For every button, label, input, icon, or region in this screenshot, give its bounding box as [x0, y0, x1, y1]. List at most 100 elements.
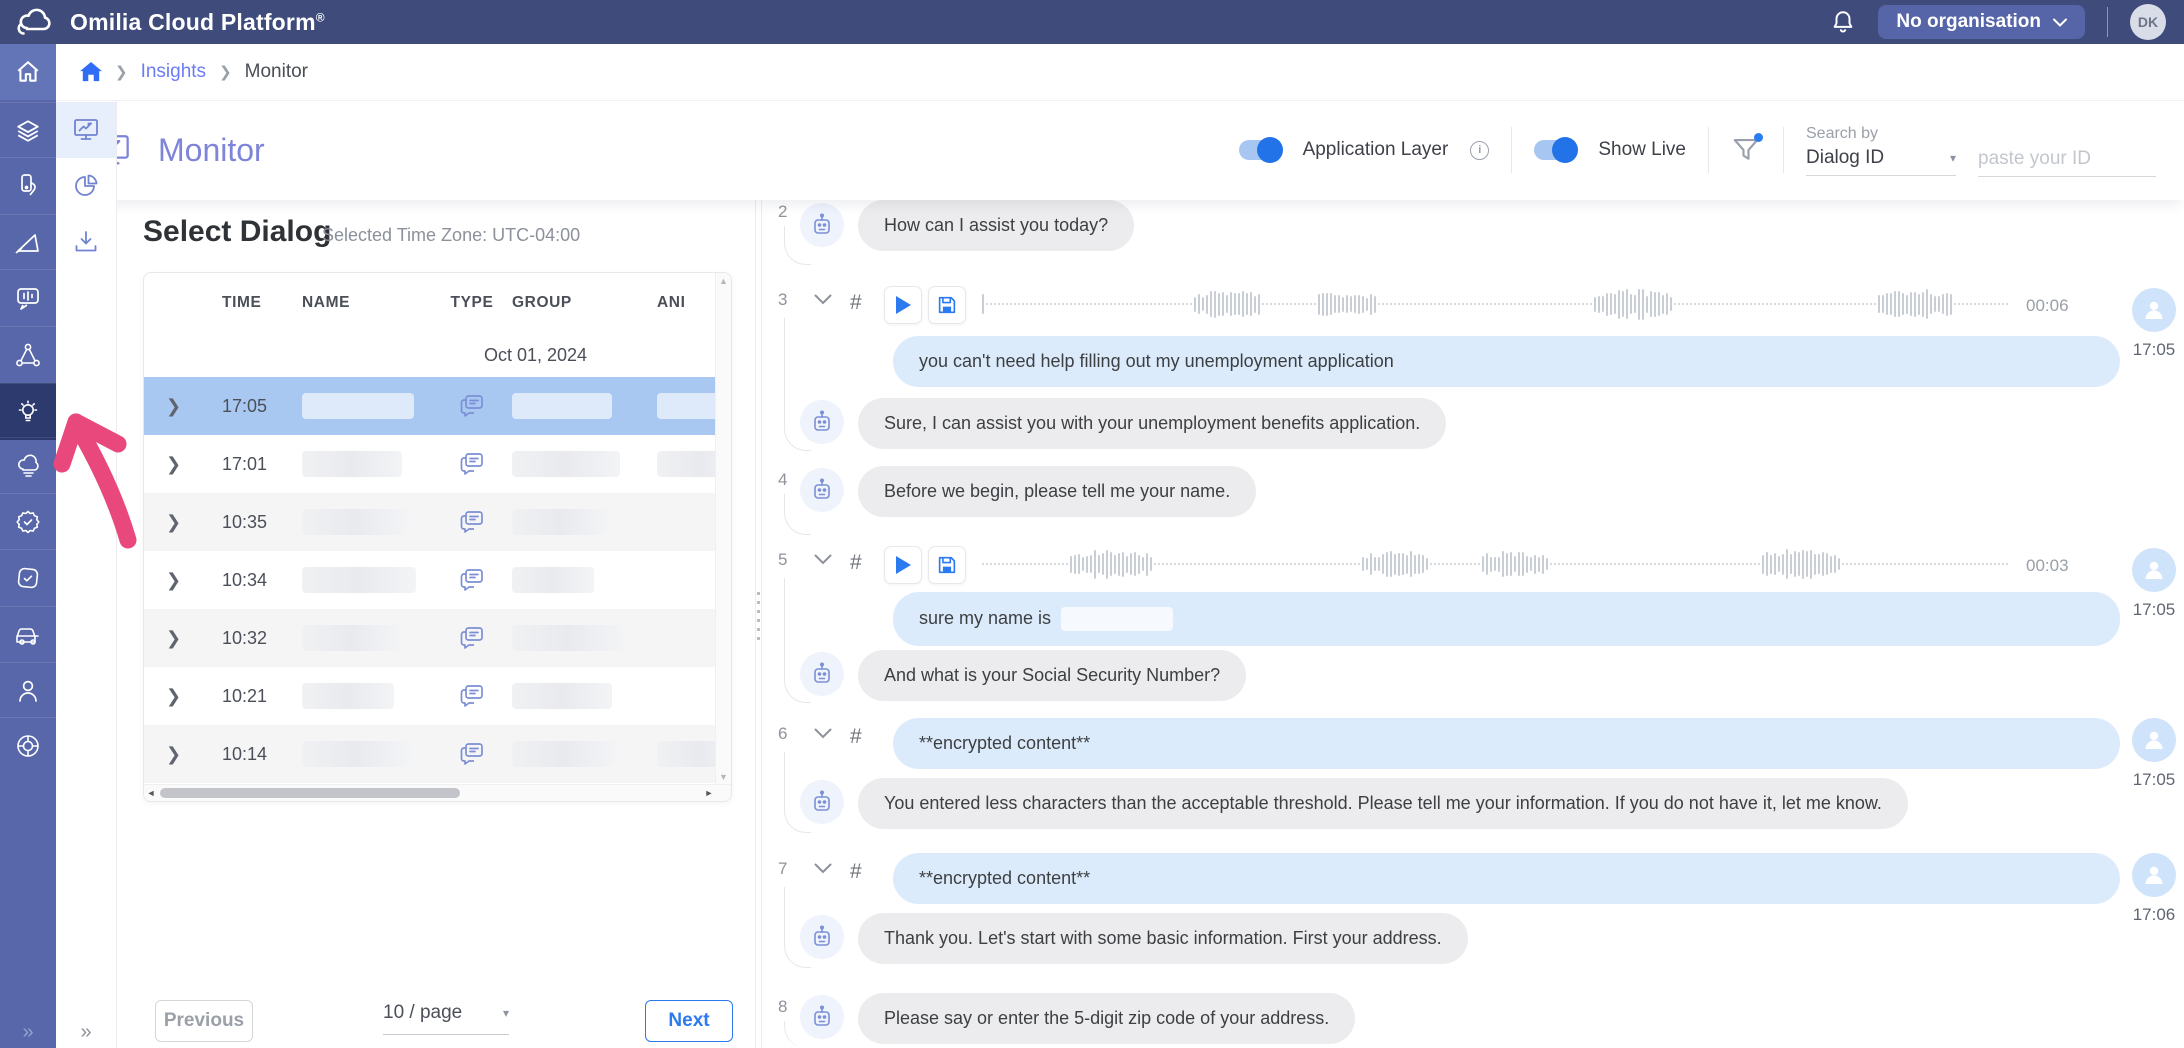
application-layer-toggle[interactable]: [1239, 140, 1281, 160]
dialog-id-hash-icon[interactable]: #: [850, 551, 862, 575]
chat-bubbles-icon: [459, 625, 485, 651]
expand-row-icon[interactable]: ❯: [166, 454, 181, 474]
vertical-scrollbar[interactable]: ▲ ▼: [715, 273, 731, 785]
next-button[interactable]: Next: [645, 1000, 733, 1042]
turn-number: 2: [778, 202, 787, 222]
save-audio-button[interactable]: [928, 286, 966, 324]
user-icon: [16, 678, 40, 704]
scroll-down-icon[interactable]: ▼: [716, 769, 731, 785]
collapse-turn-icon[interactable]: [814, 863, 832, 874]
previous-button[interactable]: Previous: [155, 1000, 253, 1042]
sidebar-item-quality[interactable]: [0, 549, 56, 606]
collapse-turn-icon[interactable]: [814, 554, 832, 565]
user-avatar: [2132, 718, 2176, 762]
scroll-left-icon[interactable]: ◄: [144, 785, 158, 801]
table-row[interactable]: ❯ 17:01: [144, 435, 731, 493]
secondary-sidebar-expand-button[interactable]: »: [56, 1021, 116, 1044]
redacted-group: [512, 683, 612, 709]
download-icon: [73, 229, 99, 255]
sidebar-item-device[interactable]: [0, 157, 56, 214]
sidebar-item-layers[interactable]: [0, 102, 56, 159]
breadcrumb-home-icon[interactable]: [80, 62, 102, 82]
col-name[interactable]: NAME: [294, 294, 442, 312]
turn-number: 4: [778, 470, 787, 490]
redacted-name: [302, 509, 408, 535]
show-live-toggle[interactable]: [1534, 140, 1576, 160]
bell-icon[interactable]: [1830, 9, 1856, 35]
select-caret-icon: ▾: [503, 1006, 509, 1020]
dialog-id-hash-icon[interactable]: #: [850, 291, 862, 315]
turn-number: 8: [778, 997, 787, 1017]
col-group[interactable]: GROUP: [502, 294, 647, 312]
sidebar-item-orchestrator[interactable]: [0, 326, 56, 383]
audio-waveform[interactable]: [982, 546, 2010, 582]
sidebar-expand-button[interactable]: »: [0, 1021, 56, 1044]
divider: [1511, 127, 1512, 173]
sidebar-item-cloud[interactable]: [0, 437, 56, 494]
divider: [1783, 127, 1784, 173]
search-field-select[interactable]: Dialog ID ▾: [1806, 147, 1956, 176]
col-time[interactable]: TIME: [206, 294, 294, 312]
table-row[interactable]: ❯ 10:35: [144, 493, 731, 551]
person-icon: [2142, 298, 2166, 322]
sidebar-item-users[interactable]: [0, 662, 56, 719]
organisation-selector[interactable]: No organisation: [1878, 5, 2085, 39]
play-audio-button[interactable]: [884, 546, 922, 584]
dialog-id-hash-icon[interactable]: #: [850, 725, 862, 749]
layers-icon: [15, 118, 41, 144]
chat-bubbles-icon: [459, 393, 485, 419]
scroll-up-icon[interactable]: ▲: [716, 273, 731, 289]
lifebuoy-icon: [15, 733, 41, 759]
redacted-group: [512, 509, 608, 535]
bot-message: Thank you. Let's start with some basic i…: [858, 913, 1468, 964]
expand-row-icon[interactable]: ❯: [166, 570, 181, 590]
table-row[interactable]: ❯ 10:32: [144, 609, 731, 667]
collapse-turn-icon[interactable]: [814, 728, 832, 739]
organisation-label: No organisation: [1896, 11, 2041, 33]
sidebar-item-support[interactable]: [0, 717, 56, 774]
top-bar: Omilia Cloud Platform® No organisation D…: [0, 0, 2184, 44]
table-row[interactable]: ❯ 10:34: [144, 551, 731, 609]
monitor-chart-icon: [72, 117, 100, 143]
table-row[interactable]: ❯ 10:21: [144, 667, 731, 725]
collapse-turn-icon[interactable]: [814, 294, 832, 305]
filter-button[interactable]: [1731, 135, 1761, 165]
bot-message: You entered less characters than the acc…: [858, 778, 1908, 829]
table-row[interactable]: ❯ 10:14: [144, 725, 731, 783]
scroll-right-icon[interactable]: ►: [702, 785, 716, 801]
expand-row-icon[interactable]: ❯: [166, 628, 181, 648]
audio-waveform[interactable]: [982, 286, 2010, 322]
breadcrumb-separator: ❯: [115, 63, 128, 81]
horizontal-scrollbar[interactable]: ◄ ►: [144, 784, 731, 801]
col-type[interactable]: TYPE: [442, 294, 502, 312]
expand-row-icon[interactable]: ❯: [166, 512, 181, 532]
save-audio-button[interactable]: [928, 546, 966, 584]
info-icon[interactable]: i: [1470, 141, 1489, 160]
subnav-reports[interactable]: [56, 158, 116, 214]
primary-sidebar: »: [0, 44, 56, 1048]
play-audio-button[interactable]: [884, 286, 922, 324]
dialog-id-hash-icon[interactable]: #: [850, 860, 862, 884]
chevron-down-icon: [2053, 18, 2067, 27]
expand-row-icon[interactable]: ❯: [166, 686, 181, 706]
sidebar-item-settings-check[interactable]: [0, 493, 56, 550]
sidebar-item-home[interactable]: [0, 44, 56, 100]
page-size-select[interactable]: 10 / page ▾: [383, 1002, 509, 1035]
chat-bubbles-icon: [459, 741, 485, 767]
registered-mark: ®: [316, 10, 325, 24]
scrollbar-thumb[interactable]: [160, 788, 460, 798]
dialog-id-input[interactable]: paste your ID: [1978, 148, 2156, 177]
sidebar-item-analytics[interactable]: [0, 214, 56, 271]
sidebar-item-dialogs[interactable]: [0, 269, 56, 326]
splitter-grip-icon[interactable]: [757, 592, 760, 644]
sidebar-item-insights[interactable]: [0, 383, 56, 440]
expand-row-icon[interactable]: ❯: [166, 396, 181, 416]
breadcrumb-insights-link[interactable]: Insights: [141, 61, 206, 83]
subnav-export[interactable]: [56, 214, 116, 270]
sidebar-item-vehicle[interactable]: [0, 606, 56, 663]
panel-splitter[interactable]: [755, 200, 762, 1048]
table-row[interactable]: ❯ 17:05: [144, 377, 731, 435]
user-avatar[interactable]: DK: [2130, 4, 2166, 40]
expand-row-icon[interactable]: ❯: [166, 744, 181, 764]
subnav-monitor[interactable]: [56, 102, 116, 158]
